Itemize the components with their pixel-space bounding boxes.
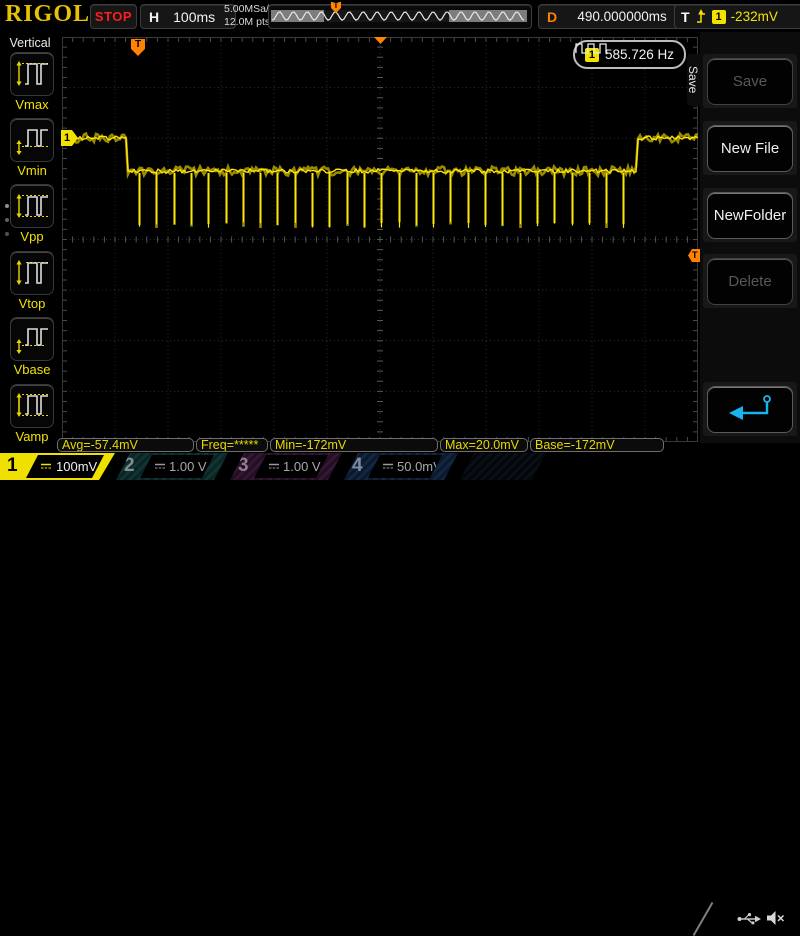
rising-edge-icon xyxy=(696,9,705,23)
trigger-delay[interactable]: D 490.000000ms xyxy=(538,4,686,29)
channel2-status[interactable]: 2 1.00 V xyxy=(116,453,228,480)
menu-button-back[interactable] xyxy=(707,385,793,433)
coupling-icon xyxy=(383,463,393,469)
channel-scale: 1.00 V xyxy=(283,459,321,474)
trigger-status[interactable]: T 1 -232mV xyxy=(674,4,800,29)
measurement-max: Max=20.0mV xyxy=(440,438,528,452)
coupling-icon xyxy=(155,463,165,469)
coupling-icon xyxy=(41,463,51,469)
frequency-counter: 1 585.726 Hz xyxy=(572,40,686,69)
channel-scale-box: 1.00 V xyxy=(140,455,214,478)
channel1-status[interactable]: 1 100mV xyxy=(0,453,115,480)
empty-channel-slot xyxy=(460,453,546,480)
channel-number: 1 xyxy=(7,455,18,476)
measurement-avg: Avg=-57.4mV xyxy=(57,438,194,452)
vtop-icon xyxy=(10,251,54,295)
measure-sidebar: Vertical Vmax Vmin Vpp Vtop Vbase Vamp xyxy=(0,32,60,453)
thumbnail-waveform-icon xyxy=(271,10,527,22)
usb-icon xyxy=(737,913,761,925)
run-state-indicator[interactable]: STOP xyxy=(90,4,137,29)
menu-button-new-folder[interactable]: NewFolder xyxy=(707,191,793,239)
speaker-muted-icon xyxy=(767,911,785,925)
delay-label: D xyxy=(547,8,558,25)
trigger-source-badge: 1 xyxy=(711,9,726,24)
trigger-label: T xyxy=(681,8,690,25)
scroll-dot-icon xyxy=(5,204,9,208)
delay-value: 490.000000ms xyxy=(577,9,667,24)
graticule-and-waveform xyxy=(62,37,698,442)
waveform-display-area: 1 T T 1 585.726 Hz xyxy=(61,37,701,442)
sidebar-item-vmax[interactable]: Vmax xyxy=(9,52,55,112)
sidebar-item-label: Vtop xyxy=(18,296,46,311)
vamp-icon xyxy=(10,384,54,428)
counter-value: 585.726 Hz xyxy=(604,47,674,62)
channel-status-bar: 1 100mV 2 1.00 V 3 1.00 V 4 50.0mV xyxy=(0,453,800,936)
channel3-status[interactable]: 3 1.00 V xyxy=(230,453,342,480)
menu-slot: Save xyxy=(703,54,797,108)
sidebar-item-vbase[interactable]: Vbase xyxy=(9,317,55,377)
menu-tab-save: Save xyxy=(686,54,700,106)
menu-slot xyxy=(703,382,797,436)
memory-waveform-thumbnail[interactable]: T xyxy=(268,2,532,29)
vpp-icon xyxy=(10,184,54,228)
channel-number: 2 xyxy=(124,455,135,476)
sidebar-item-label: Vmax xyxy=(15,97,49,112)
channel-scale: 1.00 V xyxy=(169,459,207,474)
measurement-freq: Freq=***** xyxy=(196,438,268,452)
rigol-logo: RIGOL xyxy=(5,1,91,27)
oscilloscope-screen: { "header": { "logo": "RIGOL", "run_stat… xyxy=(0,0,800,936)
square-wave-icon xyxy=(575,43,608,54)
measurement-base: Base=-172mV xyxy=(530,438,664,452)
trigger-level-value: -232mV xyxy=(730,9,778,24)
sample-rate: 5.00MSa/s xyxy=(224,3,275,15)
memory-depth: 12.0M pts xyxy=(224,16,271,28)
scroll-dot-icon xyxy=(5,218,9,222)
scroll-dot-icon xyxy=(5,232,9,236)
menu-slot: New File xyxy=(703,121,797,175)
sidebar-item-vtop[interactable]: Vtop xyxy=(9,251,55,311)
menu-slot: Delete xyxy=(703,254,797,308)
menu-slot: NewFolder xyxy=(703,188,797,242)
vmax-icon xyxy=(10,52,54,96)
horizontal-timebase[interactable]: H 100ms xyxy=(140,4,236,29)
sidebar-item-vmin[interactable]: Vmin xyxy=(9,118,55,178)
sidebar-item-label: Vamp xyxy=(15,429,49,444)
sidebar-title: Vertical xyxy=(9,36,51,50)
sidebar-item-vpp[interactable]: Vpp xyxy=(9,184,55,244)
channel-scale: 50.0mV xyxy=(397,459,442,474)
menu-button-delete[interactable]: Delete xyxy=(707,257,793,305)
return-arrow-icon xyxy=(729,395,771,420)
channel-scale: 100mV xyxy=(56,459,98,474)
top-status-bar: RIGOL STOP H 100ms 5.00MSa/s 12.0M pts T… xyxy=(0,0,800,32)
horizontal-label: H xyxy=(149,8,160,25)
measurement-min: Min=-172mV xyxy=(270,438,438,452)
channel4-status[interactable]: 4 50.0mV xyxy=(344,453,458,480)
vbase-icon xyxy=(10,317,54,361)
channel-number: 3 xyxy=(238,455,249,476)
statusbar-divider xyxy=(692,902,714,936)
sidebar-item-label: Vbase xyxy=(13,362,51,377)
vmin-icon xyxy=(10,118,54,162)
channel-scale-box: 50.0mV xyxy=(368,455,442,478)
sidebar-item-label: Vmin xyxy=(17,163,47,178)
sidebar-item-vamp[interactable]: Vamp xyxy=(9,384,55,444)
timebase-value: 100ms xyxy=(173,8,216,25)
channel-number: 4 xyxy=(352,455,363,476)
channel-scale-box: 1.00 V xyxy=(254,455,328,478)
acquisition-info: 5.00MSa/s 12.0M pts xyxy=(224,3,274,29)
coupling-icon xyxy=(269,463,279,469)
softkey-menu: Save Save New File NewFolder Delete xyxy=(686,32,800,443)
menu-button-save[interactable]: Save xyxy=(707,57,793,105)
channel-scale-box: 100mV xyxy=(26,455,104,478)
sidebar-item-label: Vpp xyxy=(20,229,44,244)
menu-button-new-file[interactable]: New File xyxy=(707,124,793,172)
